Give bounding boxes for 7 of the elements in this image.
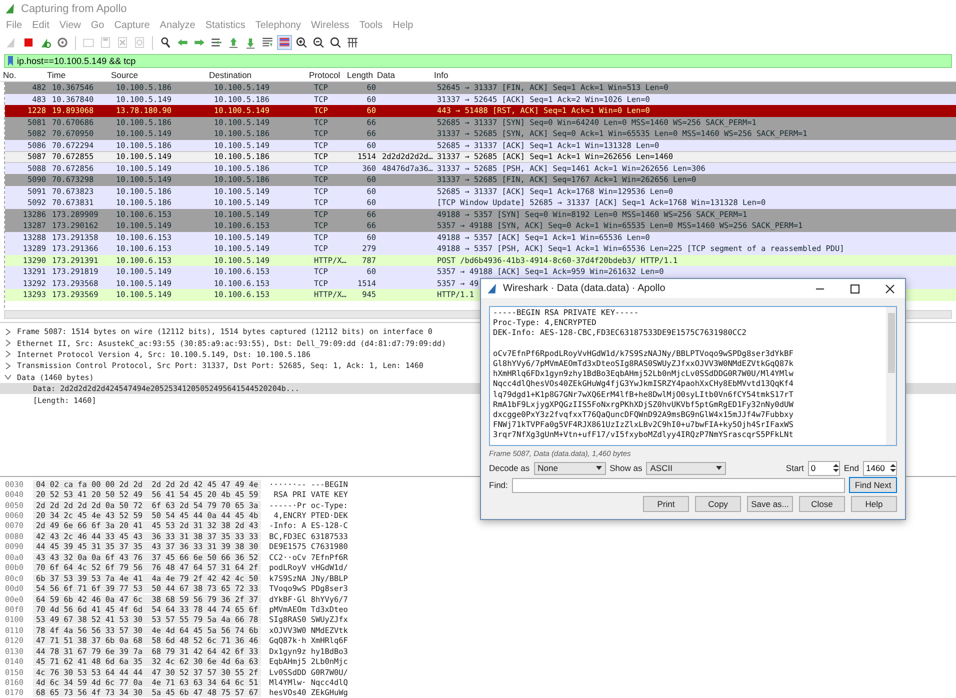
find-label: Find: bbox=[489, 480, 508, 490]
end-label: End bbox=[844, 463, 859, 473]
dialog-title: Wireshark · Data (data.data) · Apollo bbox=[503, 283, 666, 294]
decode-as-label: Decode as bbox=[489, 463, 530, 473]
show-as-label: Show as bbox=[610, 463, 642, 473]
start-label: Start bbox=[786, 463, 804, 473]
window-title: Capturing from Apollo bbox=[21, 2, 127, 14]
